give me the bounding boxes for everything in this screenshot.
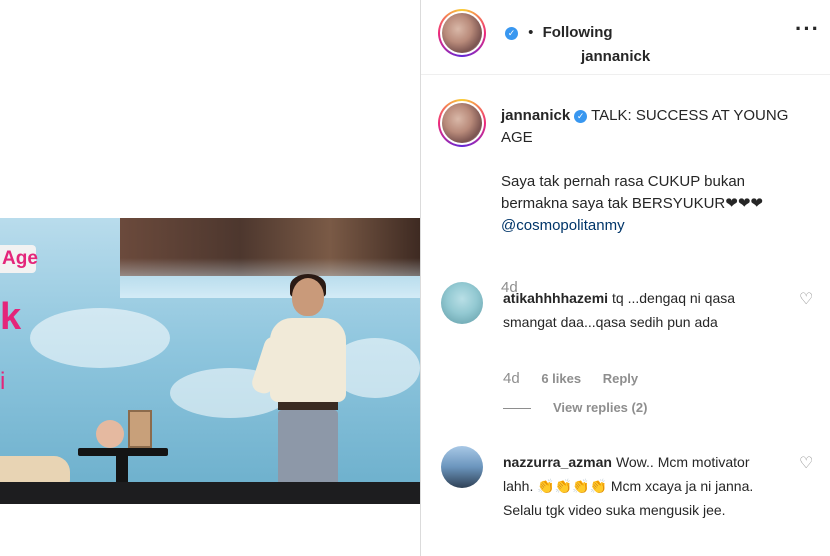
verified-badge-icon: ✓ <box>505 27 518 40</box>
verified-badge-icon: ✓ <box>574 110 588 123</box>
media-column: Age k i <box>0 0 420 556</box>
like-heart-icon[interactable]: ♡ <box>799 456 815 472</box>
caption-mention-link[interactable]: @cosmopolitanmy <box>501 217 625 234</box>
comment-timestamp[interactable]: 4d <box>503 370 520 387</box>
author-line: jannanick ✓ • Following <box>501 24 650 65</box>
speaker-head <box>292 278 324 316</box>
view-replies-button[interactable]: View replies (2) <box>503 400 647 415</box>
following-button[interactable]: Following <box>543 24 613 41</box>
comment-likes-count[interactable]: 6 likes <box>541 371 581 386</box>
separator-dot: • <box>528 24 534 41</box>
commenter-avatar[interactable] <box>441 282 483 324</box>
commenter-avatar[interactable] <box>441 446 483 488</box>
view-replies-label: View replies (2) <box>553 400 648 415</box>
like-heart-icon[interactable]: ♡ <box>799 292 815 308</box>
comment-text: atikahhhhazemi tq ...dengaq ni qasa smang… <box>503 286 773 334</box>
caption-text: jannanick ✓ TALK: SUCCESS AT YOUNG AGE Sa… <box>501 105 801 237</box>
speaker-figure <box>249 274 358 504</box>
commenter-username[interactable]: atikahhhhazemi <box>503 290 608 306</box>
caption-author-username[interactable]: jannanick <box>501 107 570 124</box>
backdrop-cloud <box>30 308 170 368</box>
post-details-panel: jannanick ✓ • Following ··· jannanick ✓ T… <box>420 0 830 556</box>
video-overlay-letter: k <box>0 296 22 338</box>
comment-meta: 4d 6 likes Reply <box>503 370 638 387</box>
author-username[interactable]: jannanick <box>581 48 650 65</box>
picture-frame <box>128 410 152 448</box>
author-avatar[interactable] <box>438 9 486 57</box>
caption-body: Saya tak pernah rasa CUKUP bukan bermakn… <box>501 171 801 237</box>
comment-text: nazzurra_azman Wow.. Mcm motivator lahh. … <box>503 450 773 522</box>
comment-reply-button[interactable]: Reply <box>603 371 638 386</box>
replies-divider-line <box>503 408 531 410</box>
speaker-belt <box>278 402 338 410</box>
flower-vase <box>96 420 124 448</box>
caption-author-avatar[interactable] <box>438 99 486 147</box>
side-table <box>78 448 168 456</box>
video-player[interactable]: Age k i <box>0 218 420 504</box>
caption-body-text: Saya tak pernah rasa CUKUP bukan bermakn… <box>501 173 763 212</box>
commenter-username[interactable]: nazzurra_azman <box>503 454 612 470</box>
stage-floor <box>0 482 420 504</box>
comments-list[interactable]: jannanick ✓ TALK: SUCCESS AT YOUNG AGE Sa… <box>421 76 830 556</box>
video-overlay-age-tag: Age <box>0 245 38 273</box>
post-header: jannanick ✓ • Following ··· <box>421 0 830 75</box>
more-options-icon[interactable]: ··· <box>795 18 819 46</box>
video-overlay-letter: i <box>0 368 6 395</box>
